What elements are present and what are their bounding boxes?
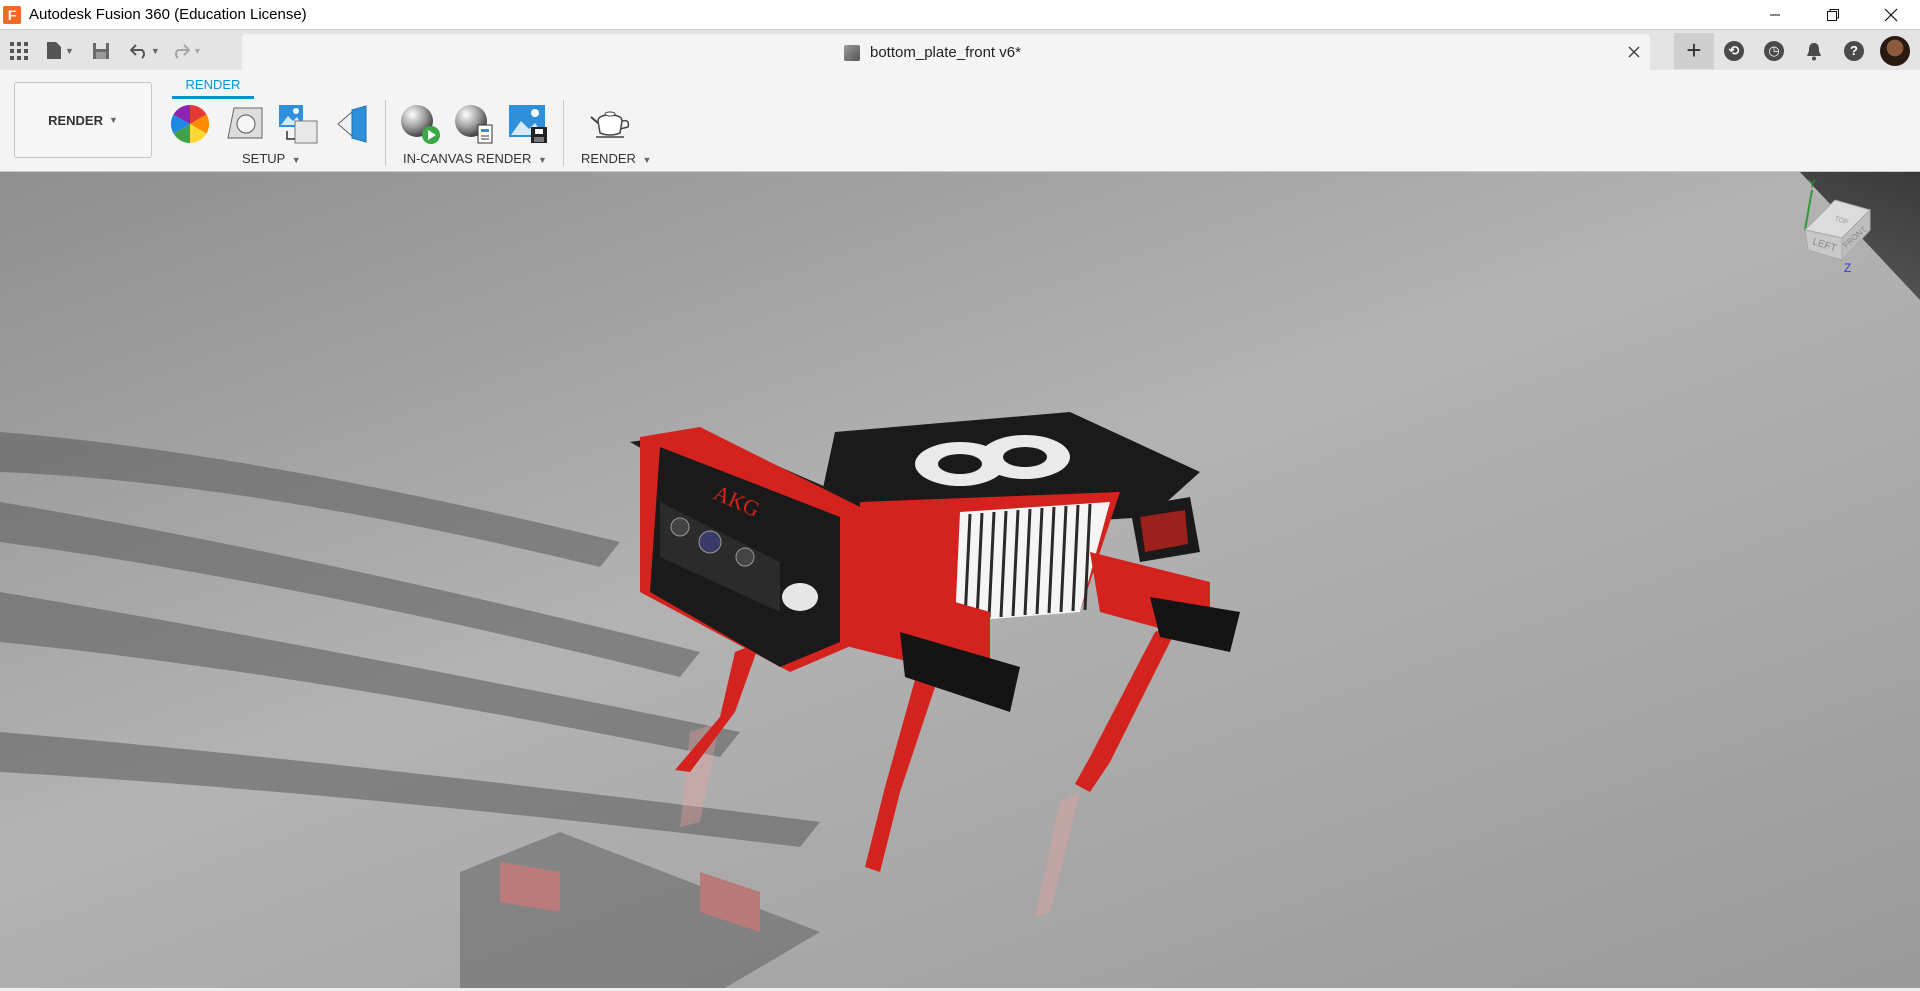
render-settings-icon bbox=[455, 105, 493, 144]
bell-icon bbox=[1807, 42, 1821, 60]
render-play-icon bbox=[401, 105, 440, 144]
extensions-button[interactable]: ⟲ bbox=[1714, 33, 1754, 69]
document-tab-label: bottom_plate_front v6* bbox=[870, 44, 1021, 61]
quick-access-toolbar: ▼ ▼ ▼ bbox=[0, 30, 202, 71]
data-panel-button[interactable] bbox=[10, 36, 28, 66]
window-title: Autodesk Fusion 360 (Education License) bbox=[29, 6, 307, 23]
redo-icon bbox=[174, 43, 190, 59]
right-toolbar: + ⟲ ◷ ? bbox=[1674, 30, 1920, 71]
undo-icon bbox=[129, 43, 145, 59]
grid-icon bbox=[10, 41, 28, 60]
group-render-label: RENDER bbox=[581, 151, 636, 166]
workspace-switcher[interactable]: RENDER ▼ bbox=[14, 82, 152, 158]
notifications-button[interactable] bbox=[1794, 33, 1834, 69]
chevron-down-icon: ▼ bbox=[537, 155, 547, 165]
toolbar-ribbon: RENDER ▼ RENDER SETUP ▼ IN-CANVAS RENDER… bbox=[0, 70, 1920, 172]
fusion-logo-icon: F bbox=[3, 5, 21, 24]
close-icon bbox=[1884, 8, 1898, 21]
save-icon bbox=[92, 42, 109, 59]
scene-settings-tool[interactable] bbox=[222, 102, 266, 146]
decal-tool[interactable] bbox=[330, 102, 374, 146]
capture-image-icon bbox=[509, 105, 547, 143]
group-in-canvas-render-label: IN-CANVAS RENDER bbox=[403, 151, 532, 166]
minimize-button[interactable] bbox=[1746, 0, 1804, 29]
teapot-icon bbox=[590, 111, 630, 138]
restore-icon bbox=[1827, 8, 1839, 21]
capture-image-tool[interactable] bbox=[506, 102, 550, 146]
file-icon bbox=[47, 42, 61, 59]
chevron-down-icon: ▼ bbox=[642, 155, 652, 165]
help-button[interactable]: ? bbox=[1834, 33, 1874, 69]
clock-icon: ◷ bbox=[1764, 40, 1784, 61]
plus-icon: + bbox=[1686, 35, 1702, 65]
document-tab-bar: ▼ ▼ ▼ bottom_plate_front v6* + ⟲ ◷ ? bbox=[0, 29, 1920, 71]
color-wheel-icon bbox=[170, 104, 210, 144]
separator bbox=[385, 100, 386, 166]
in-canvas-render-settings-tool[interactable] bbox=[452, 102, 496, 146]
render-tool[interactable] bbox=[589, 102, 633, 146]
file-menu-button[interactable]: ▼ bbox=[46, 36, 74, 66]
separator bbox=[563, 100, 564, 166]
title-bar: F Autodesk Fusion 360 (Education License… bbox=[0, 0, 1920, 29]
workspace-label: RENDER bbox=[48, 112, 103, 128]
tab-render[interactable]: RENDER bbox=[172, 73, 254, 99]
chevron-down-icon: ▼ bbox=[150, 45, 160, 56]
scene-settings-icon bbox=[227, 107, 263, 139]
texture-map-controls-tool[interactable] bbox=[276, 102, 320, 146]
user-avatar[interactable] bbox=[1880, 35, 1910, 66]
view-cube[interactable]: Y Z LEFT FRONT TOP bbox=[1790, 178, 1900, 288]
group-setup-label: SETUP bbox=[242, 151, 286, 166]
chevron-down-icon: ▼ bbox=[192, 45, 202, 56]
restore-button[interactable] bbox=[1804, 0, 1862, 29]
render-canvas[interactable]: AKG Y Z LEFT FRONT TOP bbox=[0, 172, 1920, 991]
help-icon: ? bbox=[1844, 40, 1864, 61]
job-status-button[interactable]: ◷ bbox=[1754, 33, 1794, 69]
close-tab-button[interactable] bbox=[1628, 42, 1640, 63]
chevron-down-icon: ▼ bbox=[291, 155, 301, 165]
axis-z-label: Z bbox=[1844, 261, 1851, 275]
component-icon bbox=[844, 44, 860, 61]
new-tab-button[interactable]: + bbox=[1674, 32, 1714, 69]
texture-map-icon bbox=[279, 105, 318, 144]
close-icon bbox=[1628, 46, 1640, 58]
group-render[interactable]: RENDER ▼ bbox=[581, 151, 651, 166]
undo-button[interactable]: ▼ bbox=[129, 36, 160, 66]
redo-button[interactable]: ▼ bbox=[172, 36, 202, 66]
in-canvas-render-tool[interactable] bbox=[398, 102, 442, 146]
extensions-icon: ⟲ bbox=[1724, 40, 1744, 61]
robot-reflection bbox=[460, 722, 1080, 991]
save-button[interactable] bbox=[92, 36, 110, 66]
chevron-down-icon: ▼ bbox=[65, 45, 74, 56]
robot-head: AKG bbox=[640, 427, 860, 672]
window-controls bbox=[1746, 0, 1920, 29]
group-in-canvas-render[interactable]: IN-CANVAS RENDER ▼ bbox=[403, 151, 547, 166]
close-window-button[interactable] bbox=[1862, 0, 1920, 29]
group-setup[interactable]: SETUP ▼ bbox=[242, 151, 301, 166]
document-tab[interactable]: bottom_plate_front v6* bbox=[242, 34, 1650, 71]
chevron-down-icon: ▼ bbox=[108, 115, 118, 125]
decal-icon bbox=[337, 105, 367, 143]
axis-y-label: Y bbox=[1808, 178, 1816, 191]
minimize-icon bbox=[1770, 14, 1780, 15]
appearance-tool[interactable] bbox=[168, 102, 212, 146]
scene-render: AKG bbox=[0, 412, 1240, 991]
